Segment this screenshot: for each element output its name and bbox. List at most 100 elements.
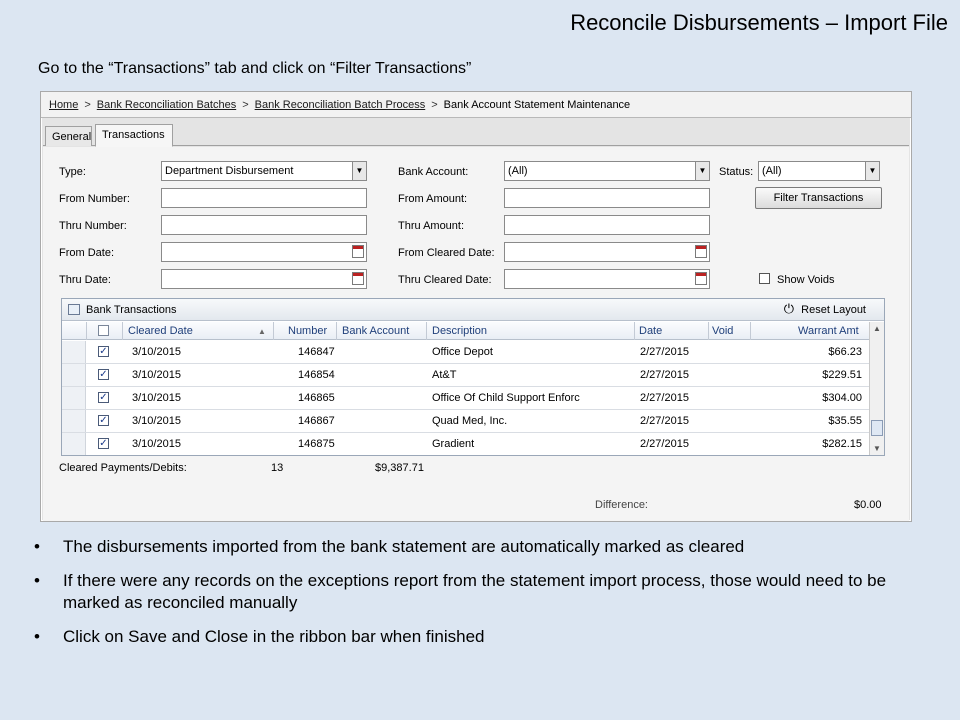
column-divider <box>634 322 635 340</box>
sort-asc-icon: ▲ <box>258 327 266 336</box>
row-gutter <box>62 410 86 432</box>
cell-warrant-amt: $66.23 <box>828 346 862 358</box>
cell-date: 2/27/2015 <box>640 392 689 404</box>
scroll-down-icon[interactable]: ▼ <box>873 444 881 453</box>
col-cleared-date[interactable]: Cleared Date <box>128 325 193 337</box>
from-date-label: From Date: <box>59 247 115 259</box>
calendar-icon[interactable] <box>352 245 364 258</box>
row-gutter <box>62 364 86 386</box>
table-row[interactable]: ✓ 3/10/2015 146875 Gradient 2/27/2015 $2… <box>62 433 870 456</box>
col-bank-account[interactable]: Bank Account <box>342 325 409 337</box>
calendar-icon[interactable] <box>695 245 707 258</box>
thru-amount-input[interactable] <box>504 215 710 235</box>
col-description[interactable]: Description <box>432 325 487 337</box>
grid-scrollbar[interactable]: ▲ ▼ <box>869 322 884 455</box>
thru-number-input[interactable] <box>161 215 367 235</box>
cell-cleared-date: 3/10/2015 <box>132 415 181 427</box>
chevron-down-icon[interactable]: ▼ <box>865 162 879 180</box>
slide-title: Reconcile Disbursements – Import File <box>570 10 948 35</box>
row-gutter <box>62 341 86 363</box>
calendar-icon[interactable] <box>695 272 707 285</box>
cell-warrant-amt: $282.15 <box>822 438 862 450</box>
column-divider <box>336 322 337 340</box>
cell-date: 2/27/2015 <box>640 415 689 427</box>
cell-description: Gradient <box>432 438 475 450</box>
type-select[interactable]: Department Disbursement ▼ <box>161 161 367 181</box>
chevron-down-icon[interactable]: ▼ <box>352 162 366 180</box>
breadcrumb-batches-link[interactable]: Bank Reconciliation Batches <box>97 99 236 111</box>
cleared-checkbox[interactable]: ✓ <box>98 415 109 426</box>
table-row[interactable]: ✓ 3/10/2015 146867 Quad Med, Inc. 2/27/2… <box>62 410 870 433</box>
tab-general[interactable]: General <box>45 126 92 146</box>
cleared-checkbox[interactable]: ✓ <box>98 438 109 449</box>
cell-date: 2/27/2015 <box>640 369 689 381</box>
scroll-thumb[interactable] <box>871 420 883 436</box>
col-warrant-amt[interactable]: Warrant Amt <box>798 325 859 337</box>
table-row[interactable]: ✓ 3/10/2015 146847 Office Depot 2/27/201… <box>62 341 870 364</box>
filter-transactions-button[interactable]: Filter Transactions <box>755 187 882 209</box>
grid-header: Cleared Date ▲ Number Bank Account Descr… <box>62 322 870 340</box>
cleared-payments-total: $9,387.71 <box>375 462 424 474</box>
bank-transactions-grid: Bank Transactions ⏻ Reset Layout Cleared… <box>61 298 885 456</box>
scroll-up-icon[interactable]: ▲ <box>873 324 881 333</box>
from-amount-input[interactable] <box>504 188 710 208</box>
status-label: Status: <box>719 166 754 178</box>
calendar-icon[interactable] <box>352 272 364 285</box>
breadcrumb-separator: > <box>431 99 438 111</box>
status-select-value: (All) <box>762 165 782 177</box>
cell-date: 2/27/2015 <box>640 438 689 450</box>
app-window: Home > Bank Reconciliation Batches > Bank Re… <box>40 91 912 522</box>
row-gutter <box>62 433 86 455</box>
from-cleared-date-input[interactable] <box>504 242 710 262</box>
reset-layout-button[interactable]: Reset Layout <box>801 304 866 316</box>
cell-warrant-amt: $304.00 <box>822 392 862 404</box>
thru-date-input[interactable] <box>161 269 367 289</box>
difference-value: $0.00 <box>854 499 882 511</box>
col-void[interactable]: Void <box>712 325 733 337</box>
from-number-label: From Number: <box>59 193 130 205</box>
grid-title: Bank Transactions <box>86 304 177 316</box>
cleared-payments-count: 13 <box>271 462 284 474</box>
cell-date: 2/27/2015 <box>640 346 689 358</box>
col-number[interactable]: Number <box>288 325 327 337</box>
power-icon[interactable]: ⏻ <box>784 302 794 315</box>
bullet-list: The disbursements imported from the bank… <box>34 536 934 660</box>
tab-transactions[interactable]: Transactions <box>95 124 173 147</box>
cell-warrant-amt: $229.51 <box>822 369 862 381</box>
thru-cleared-date-label: Thru Cleared Date: <box>398 274 492 286</box>
chevron-down-icon[interactable]: ▼ <box>695 162 709 180</box>
show-voids-checkbox[interactable] <box>759 273 770 284</box>
column-divider <box>750 322 751 340</box>
cleared-checkbox[interactable]: ✓ <box>98 346 109 357</box>
column-divider <box>86 322 87 340</box>
breadcrumb-separator: > <box>84 99 91 111</box>
breadcrumb: Home > Bank Reconciliation Batches > Bank Re… <box>41 92 911 118</box>
thru-number-label: Thru Number: <box>59 220 127 232</box>
cell-cleared-date: 3/10/2015 <box>132 369 181 381</box>
thru-cleared-date-input[interactable] <box>504 269 710 289</box>
bullet-item: Click on Save and Close in the ribbon ba… <box>34 626 934 648</box>
table-row[interactable]: ✓ 3/10/2015 146854 At&T 2/27/2015 $229.5… <box>62 364 870 387</box>
breadcrumb-current: Bank Account Statement Maintenance <box>443 99 631 111</box>
select-all-checkbox[interactable] <box>98 325 109 336</box>
status-select[interactable]: (All) ▼ <box>758 161 880 181</box>
breadcrumb-batch-process-link[interactable]: Bank Reconciliation Batch Process <box>255 99 426 111</box>
breadcrumb-separator: > <box>242 99 249 111</box>
cleared-checkbox[interactable]: ✓ <box>98 369 109 380</box>
from-cleared-date-label: From Cleared Date: <box>398 247 495 259</box>
table-row[interactable]: ✓ 3/10/2015 146865 Office Of Child Suppo… <box>62 387 870 410</box>
thru-date-label: Thru Date: <box>59 274 111 286</box>
cell-cleared-date: 3/10/2015 <box>132 438 181 450</box>
bank-account-select-value: (All) <box>508 165 528 177</box>
from-number-input[interactable] <box>161 188 367 208</box>
col-date[interactable]: Date <box>639 325 662 337</box>
cell-warrant-amt: $35.55 <box>828 415 862 427</box>
column-divider <box>122 322 123 340</box>
breadcrumb-home-link[interactable]: Home <box>49 99 78 111</box>
cell-cleared-date: 3/10/2015 <box>132 392 181 404</box>
type-select-value: Department Disbursement <box>165 165 294 177</box>
cell-description: Quad Med, Inc. <box>432 415 508 427</box>
bank-account-select[interactable]: (All) ▼ <box>504 161 710 181</box>
from-date-input[interactable] <box>161 242 367 262</box>
cleared-checkbox[interactable]: ✓ <box>98 392 109 403</box>
